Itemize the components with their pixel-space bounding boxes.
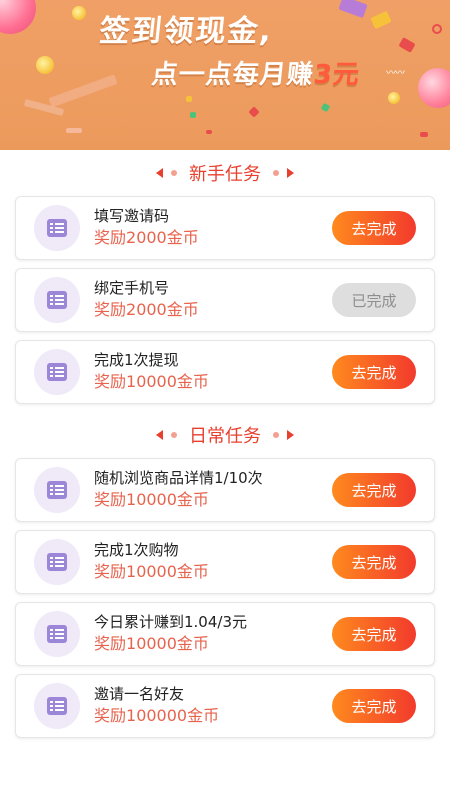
task-name: 绑定手机号: [94, 279, 170, 297]
task-reward: 奖励100000金币: [94, 706, 220, 725]
go-complete-button[interactable]: 去完成: [332, 473, 416, 507]
confetti-decoration: [320, 102, 331, 113]
task-list-icon: [34, 349, 80, 395]
task-card-daily-earnings: 今日累计赚到1.04/3元 奖励10000金币 去完成: [15, 602, 435, 666]
task-name: 完成1次提现: [94, 351, 179, 369]
task-reward: 奖励10000金币: [94, 562, 209, 581]
promo-banner[interactable]: 〰〰 签到领现金, 点一点每月赚3元: [0, 0, 450, 150]
envelope-decoration: [370, 10, 392, 30]
ribbon-decoration: [338, 0, 368, 19]
dot-icon: [273, 170, 279, 176]
banner-highlight-amount: 3元: [312, 60, 362, 90]
coin-decoration: [388, 92, 400, 104]
task-reward: 奖励2000金币: [94, 300, 199, 319]
section-title-text: 日常任务: [189, 426, 261, 447]
ribbon-decoration: [66, 128, 82, 133]
task-card-bind-phone: 绑定手机号 奖励2000金币 已完成: [15, 268, 435, 332]
confetti-decoration: [248, 106, 260, 118]
task-reward: 奖励10000金币: [94, 634, 209, 653]
section-title-daily: 日常任务: [0, 412, 450, 458]
task-card-invite-code: 填写邀请码 奖励2000金币 去完成: [15, 196, 435, 260]
triangle-left-icon: [156, 168, 163, 178]
task-card-browse-products: 随机浏览商品详情1/10次 奖励10000金币 去完成: [15, 458, 435, 522]
task-name: 完成1次购物: [94, 541, 179, 559]
completed-button: 已完成: [332, 283, 416, 317]
triangle-right-icon: [287, 168, 294, 178]
envelope-decoration: [398, 37, 416, 53]
triangle-left-icon: [156, 430, 163, 440]
balloon-decoration: [418, 68, 450, 108]
go-complete-button[interactable]: 去完成: [332, 355, 416, 389]
go-complete-button[interactable]: 去完成: [332, 211, 416, 245]
go-complete-button[interactable]: 去完成: [332, 689, 416, 723]
task-reward: 奖励10000金币: [94, 490, 209, 509]
dot-icon: [171, 170, 177, 176]
task-reward: 奖励2000金币: [94, 228, 199, 247]
task-name: 填写邀请码: [94, 207, 170, 225]
balloon-decoration: [0, 0, 36, 34]
go-complete-button[interactable]: 去完成: [332, 617, 416, 651]
go-complete-button[interactable]: 去完成: [332, 545, 416, 579]
confetti-decoration: [190, 112, 196, 118]
task-card-first-purchase: 完成1次购物 奖励10000金币 去完成: [15, 530, 435, 594]
confetti-decoration: [186, 96, 192, 102]
zigzag-decoration: 〰〰: [386, 68, 405, 79]
task-name: 今日累计赚到1.04/3元: [94, 613, 247, 631]
task-name: 随机浏览商品详情1/10次: [94, 469, 263, 487]
coin-decoration: [72, 6, 86, 20]
triangle-right-icon: [287, 430, 294, 440]
coin-decoration: [36, 56, 54, 74]
task-list-icon: [34, 683, 80, 729]
ribbon-decoration: [48, 74, 118, 108]
task-name: 邀请一名好友: [94, 685, 185, 703]
task-list-icon: [34, 539, 80, 585]
dot-icon: [273, 432, 279, 438]
task-list-icon: [34, 611, 80, 657]
confetti-decoration: [432, 24, 442, 34]
task-list-icon: [34, 205, 80, 251]
task-reward: 奖励10000金币: [94, 372, 209, 391]
task-list-icon: [34, 277, 80, 323]
confetti-decoration: [206, 130, 212, 134]
banner-headline: 签到领现金,: [97, 14, 275, 49]
section-title-newbie: 新手任务: [0, 150, 450, 196]
dot-icon: [171, 432, 177, 438]
task-card-first-withdrawal: 完成1次提现 奖励10000金币 去完成: [15, 340, 435, 404]
banner-subheadline: 点一点每月赚3元: [150, 60, 362, 90]
task-card-invite-friend: 邀请一名好友 奖励100000金币 去完成: [15, 674, 435, 738]
confetti-decoration: [420, 132, 428, 137]
section-title-text: 新手任务: [189, 164, 261, 185]
task-list-icon: [34, 467, 80, 513]
